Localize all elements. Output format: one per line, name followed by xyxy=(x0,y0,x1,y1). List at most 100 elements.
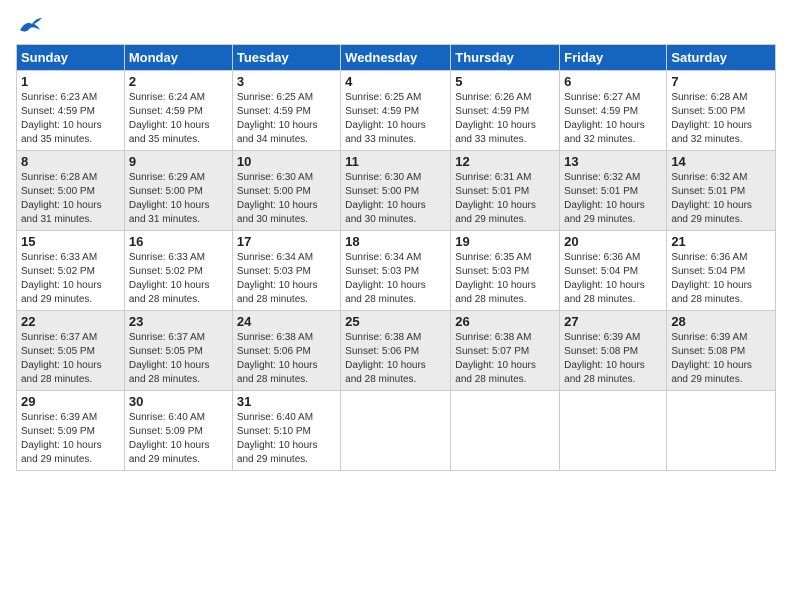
calendar-cell: 21Sunrise: 6:36 AM Sunset: 5:04 PM Dayli… xyxy=(667,231,776,311)
calendar-table: SundayMondayTuesdayWednesdayThursdayFrid… xyxy=(16,44,776,471)
calendar-cell: 25 Sunrise: 6:38 AM Sunset: 5:06 PM Dayli… xyxy=(341,311,451,391)
calendar-header-row: SundayMondayTuesdayWednesdayThursdayFrid… xyxy=(17,45,776,71)
day-number: 17 xyxy=(237,234,336,249)
calendar-cell: 27 Sunrise: 6:39 AM Sunset: 5:08 PM Dayli… xyxy=(560,311,667,391)
logo-bird-icon xyxy=(18,16,44,36)
day-info: Sunrise: 6:37 AM Sunset: 5:05 PM Dayligh… xyxy=(129,331,228,387)
day-number: 20 xyxy=(564,234,662,249)
calendar-week-row: 8 Sunrise: 6:28 AM Sunset: 5:00 PM Daylig… xyxy=(17,151,776,231)
logo xyxy=(16,16,44,36)
day-info: Sunrise: 6:39 AM Sunset: 5:08 PM Dayligh… xyxy=(564,331,662,387)
calendar-cell: 3 Sunrise: 6:25 AM Sunset: 4:59 PM Daylig… xyxy=(232,71,340,151)
day-number: 24 xyxy=(237,314,336,329)
calendar-cell: 26Sunrise: 6:38 AM Sunset: 5:07 PM Dayli… xyxy=(451,311,560,391)
calendar-cell: 22 Sunrise: 6:37 AM Sunset: 5:05 PM Dayli… xyxy=(17,311,125,391)
calendar-cell: 29Sunrise: 6:39 AM Sunset: 5:09 PM Dayli… xyxy=(17,391,125,471)
calendar-cell: 7 Sunrise: 6:28 AM Sunset: 5:00 PM Daylig… xyxy=(667,71,776,151)
calendar-cell: 15 Sunrise: 6:33 AM Sunset: 5:02 PM Dayli… xyxy=(17,231,125,311)
calendar-cell: 13Sunrise: 6:32 AM Sunset: 5:01 PM Dayli… xyxy=(560,151,667,231)
calendar-week-row: 1 Sunrise: 6:23 AM Sunset: 4:59 PM Daylig… xyxy=(17,71,776,151)
day-number: 26 xyxy=(455,314,555,329)
day-info: Sunrise: 6:34 AM Sunset: 5:03 PM Dayligh… xyxy=(237,251,336,307)
day-number: 30 xyxy=(129,394,228,409)
calendar-cell: 12Sunrise: 6:31 AM Sunset: 5:01 PM Dayli… xyxy=(451,151,560,231)
day-info: Sunrise: 6:30 AM Sunset: 5:00 PM Dayligh… xyxy=(237,171,336,227)
calendar-cell: 11 Sunrise: 6:30 AM Sunset: 5:00 PM Dayli… xyxy=(341,151,451,231)
day-info: Sunrise: 6:30 AM Sunset: 5:00 PM Dayligh… xyxy=(345,171,446,227)
calendar-cell xyxy=(451,391,560,471)
day-number: 25 xyxy=(345,314,446,329)
calendar-week-row: 22 Sunrise: 6:37 AM Sunset: 5:05 PM Dayli… xyxy=(17,311,776,391)
day-info: Sunrise: 6:23 AM Sunset: 4:59 PM Dayligh… xyxy=(21,91,120,147)
calendar-day-header: Saturday xyxy=(667,45,776,71)
day-number: 31 xyxy=(237,394,336,409)
day-number: 7 xyxy=(671,74,771,89)
day-number: 23 xyxy=(129,314,228,329)
calendar-cell: 4Sunrise: 6:25 AM Sunset: 4:59 PM Daylig… xyxy=(341,71,451,151)
day-number: 18 xyxy=(345,234,446,249)
day-info: Sunrise: 6:39 AM Sunset: 5:09 PM Dayligh… xyxy=(21,411,120,467)
day-number: 27 xyxy=(564,314,662,329)
day-info: Sunrise: 6:40 AM Sunset: 5:09 PM Dayligh… xyxy=(129,411,228,467)
day-number: 11 xyxy=(345,154,446,169)
calendar-cell: 5 Sunrise: 6:26 AM Sunset: 4:59 PM Daylig… xyxy=(451,71,560,151)
calendar-day-header: Wednesday xyxy=(341,45,451,71)
day-info: Sunrise: 6:28 AM Sunset: 5:00 PM Dayligh… xyxy=(21,171,120,227)
day-number: 4 xyxy=(345,74,446,89)
day-info: Sunrise: 6:27 AM Sunset: 4:59 PM Dayligh… xyxy=(564,91,662,147)
day-number: 12 xyxy=(455,154,555,169)
calendar-cell: 23 Sunrise: 6:37 AM Sunset: 5:05 PM Dayli… xyxy=(124,311,232,391)
day-info: Sunrise: 6:32 AM Sunset: 5:01 PM Dayligh… xyxy=(671,171,771,227)
calendar-cell: 20 Sunrise: 6:36 AM Sunset: 5:04 PM Dayli… xyxy=(560,231,667,311)
calendar-cell: 16Sunrise: 6:33 AM Sunset: 5:02 PM Dayli… xyxy=(124,231,232,311)
day-number: 3 xyxy=(237,74,336,89)
calendar-day-header: Friday xyxy=(560,45,667,71)
day-info: Sunrise: 6:33 AM Sunset: 5:02 PM Dayligh… xyxy=(21,251,120,307)
day-info: Sunrise: 6:26 AM Sunset: 4:59 PM Dayligh… xyxy=(455,91,555,147)
day-info: Sunrise: 6:28 AM Sunset: 5:00 PM Dayligh… xyxy=(671,91,771,147)
day-number: 8 xyxy=(21,154,120,169)
calendar-cell: 19 Sunrise: 6:35 AM Sunset: 5:03 PM Dayli… xyxy=(451,231,560,311)
calendar-day-header: Monday xyxy=(124,45,232,71)
day-number: 16 xyxy=(129,234,228,249)
calendar-cell: 28Sunrise: 6:39 AM Sunset: 5:08 PM Dayli… xyxy=(667,311,776,391)
calendar-cell: 2 Sunrise: 6:24 AM Sunset: 4:59 PM Daylig… xyxy=(124,71,232,151)
day-number: 14 xyxy=(671,154,771,169)
day-info: Sunrise: 6:39 AM Sunset: 5:08 PM Dayligh… xyxy=(671,331,771,387)
day-info: Sunrise: 6:32 AM Sunset: 5:01 PM Dayligh… xyxy=(564,171,662,227)
day-info: Sunrise: 6:38 AM Sunset: 5:06 PM Dayligh… xyxy=(237,331,336,387)
calendar-day-header: Tuesday xyxy=(232,45,340,71)
calendar-cell: 14 Sunrise: 6:32 AM Sunset: 5:01 PM Dayli… xyxy=(667,151,776,231)
day-info: Sunrise: 6:35 AM Sunset: 5:03 PM Dayligh… xyxy=(455,251,555,307)
calendar-cell: 8 Sunrise: 6:28 AM Sunset: 5:00 PM Daylig… xyxy=(17,151,125,231)
day-number: 2 xyxy=(129,74,228,89)
day-number: 22 xyxy=(21,314,120,329)
day-number: 6 xyxy=(564,74,662,89)
day-number: 1 xyxy=(21,74,120,89)
day-info: Sunrise: 6:29 AM Sunset: 5:00 PM Dayligh… xyxy=(129,171,228,227)
day-number: 19 xyxy=(455,234,555,249)
day-info: Sunrise: 6:24 AM Sunset: 4:59 PM Dayligh… xyxy=(129,91,228,147)
day-number: 10 xyxy=(237,154,336,169)
calendar-week-row: 29Sunrise: 6:39 AM Sunset: 5:09 PM Dayli… xyxy=(17,391,776,471)
day-info: Sunrise: 6:37 AM Sunset: 5:05 PM Dayligh… xyxy=(21,331,120,387)
calendar-day-header: Thursday xyxy=(451,45,560,71)
day-number: 15 xyxy=(21,234,120,249)
calendar-cell: 31 Sunrise: 6:40 AM Sunset: 5:10 PM Dayli… xyxy=(232,391,340,471)
day-info: Sunrise: 6:38 AM Sunset: 5:06 PM Dayligh… xyxy=(345,331,446,387)
calendar-day-header: Sunday xyxy=(17,45,125,71)
day-info: Sunrise: 6:40 AM Sunset: 5:10 PM Dayligh… xyxy=(237,411,336,467)
calendar-cell: 10 Sunrise: 6:30 AM Sunset: 5:00 PM Dayli… xyxy=(232,151,340,231)
calendar-cell: 18 Sunrise: 6:34 AM Sunset: 5:03 PM Dayli… xyxy=(341,231,451,311)
calendar-cell: 30 Sunrise: 6:40 AM Sunset: 5:09 PM Dayli… xyxy=(124,391,232,471)
day-info: Sunrise: 6:36 AM Sunset: 5:04 PM Dayligh… xyxy=(564,251,662,307)
day-number: 5 xyxy=(455,74,555,89)
calendar-cell: 24 Sunrise: 6:38 AM Sunset: 5:06 PM Dayli… xyxy=(232,311,340,391)
day-info: Sunrise: 6:25 AM Sunset: 4:59 PM Dayligh… xyxy=(237,91,336,147)
calendar-cell: 9Sunrise: 6:29 AM Sunset: 5:00 PM Daylig… xyxy=(124,151,232,231)
calendar-cell xyxy=(341,391,451,471)
day-info: Sunrise: 6:34 AM Sunset: 5:03 PM Dayligh… xyxy=(345,251,446,307)
calendar-cell xyxy=(560,391,667,471)
calendar-cell xyxy=(667,391,776,471)
calendar-cell: 6 Sunrise: 6:27 AM Sunset: 4:59 PM Daylig… xyxy=(560,71,667,151)
